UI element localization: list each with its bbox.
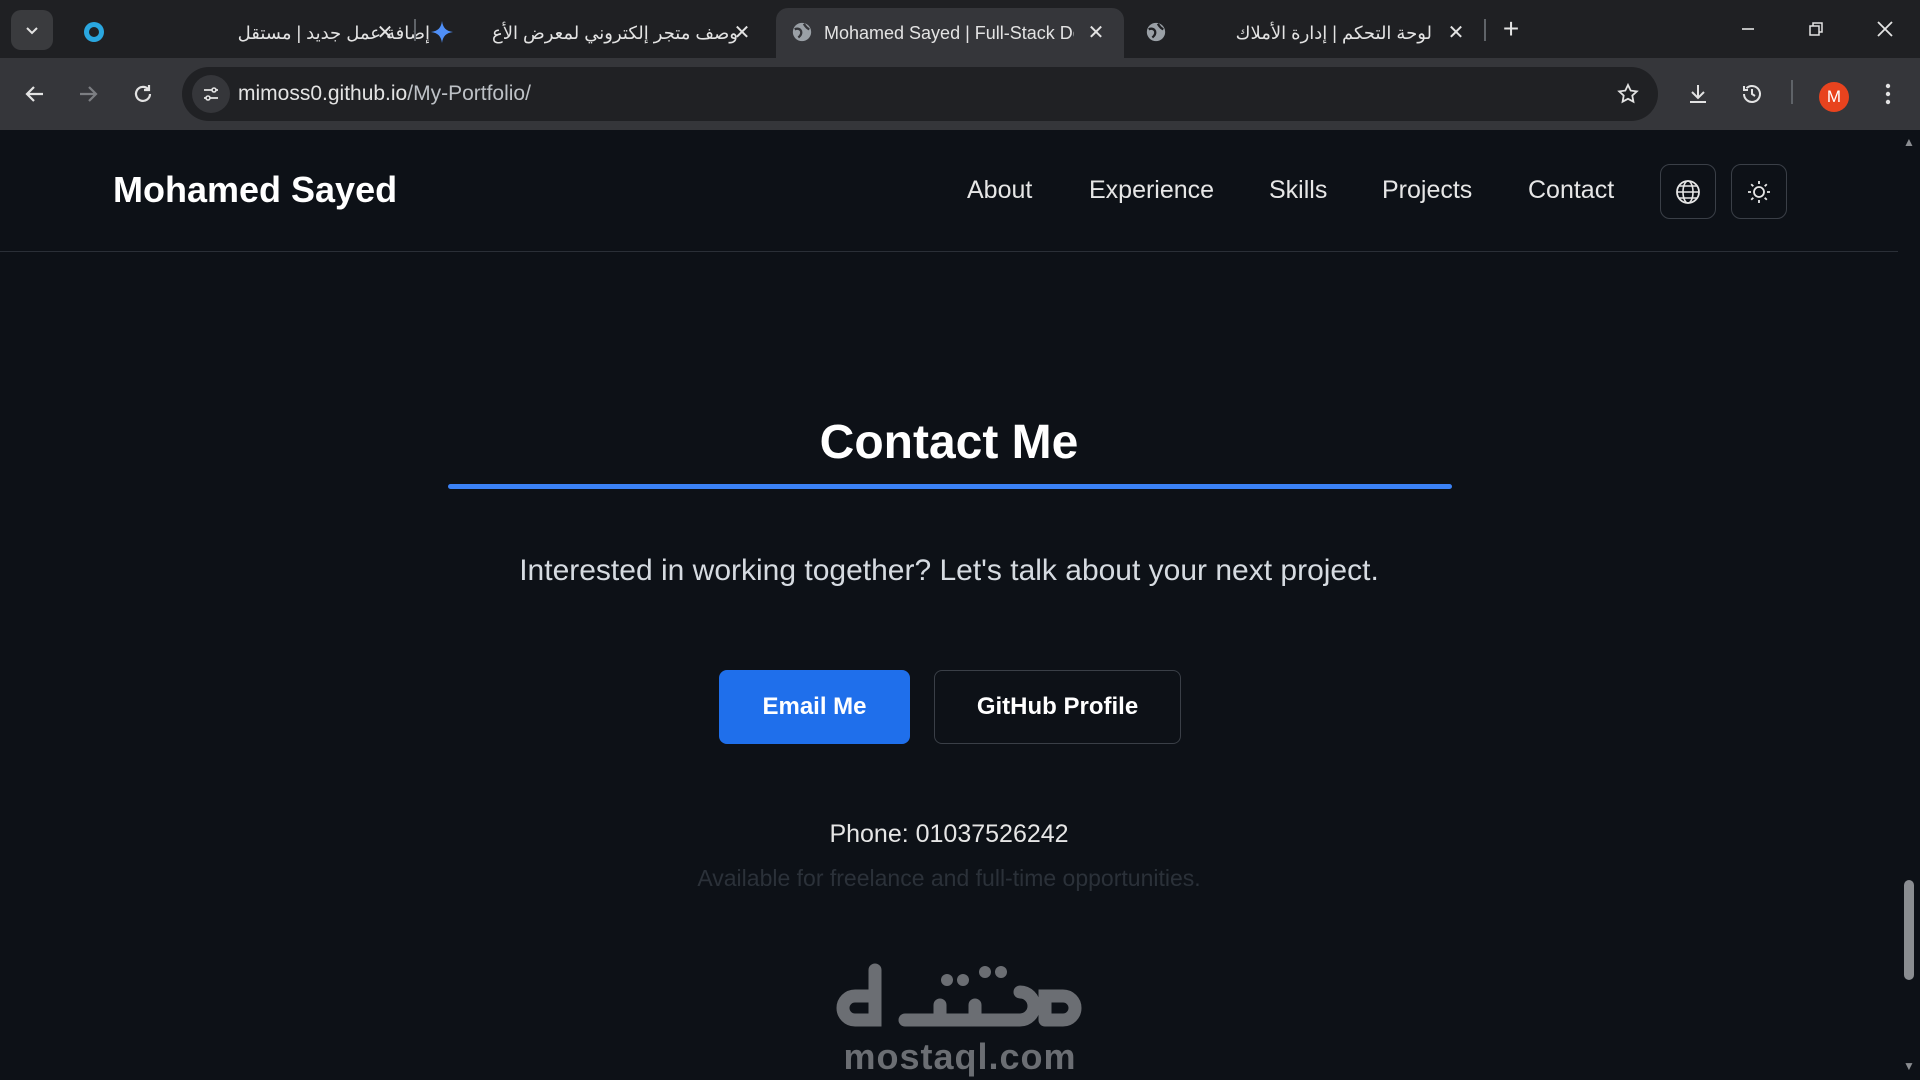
globe-icon [790, 20, 814, 44]
new-tab-button[interactable]: + [1494, 12, 1528, 46]
language-button[interactable] [1660, 164, 1716, 219]
close-icon[interactable]: ✕ [728, 18, 756, 46]
url-host: mimoss0.github.io [238, 82, 408, 105]
close-icon[interactable]: ✕ [1082, 18, 1110, 46]
history-icon[interactable] [1734, 76, 1770, 112]
minimize-icon[interactable] [1725, 6, 1771, 52]
scrollbar-thumb[interactable] [1904, 880, 1914, 980]
mostaql-watermark: mostaql.com [835, 950, 1085, 1080]
phone-number: Phone: 01037526242 [829, 820, 1069, 848]
toolbar-separator [1791, 80, 1793, 104]
menu-kebab-icon[interactable] [1870, 76, 1906, 112]
reload-icon[interactable] [125, 76, 161, 112]
nav-contact[interactable]: Contact [1528, 176, 1614, 205]
tab-mostaql-add-work[interactable]: إضافة عمل جديد | مستقل ✕ [68, 8, 430, 58]
tab-portfolio[interactable]: Mohamed Sayed | Full-Stack De ✕ [776, 8, 1124, 58]
url-text: mimoss0.github.io/My-Portfolio/ [238, 82, 531, 106]
browser-tab-strip: إضافة عمل جديد | مستقل ✕ وصف متجر إلكترو… [0, 0, 1920, 58]
chevron-down-icon [26, 27, 38, 35]
close-icon[interactable]: ✕ [1442, 18, 1470, 46]
mostaql-logo-icon [836, 963, 1082, 1027]
tab-separator [1484, 19, 1486, 41]
tab-gemini-store-description[interactable]: وصف متجر إلكتروني لمعرض الأع ✕ [418, 8, 758, 58]
tab-title: Mohamed Sayed | Full-Stack De [824, 23, 1074, 43]
sun-icon [1748, 180, 1770, 203]
close-window-icon[interactable] [1862, 6, 1908, 52]
site-info-icon[interactable] [192, 75, 230, 113]
gemini-sparkle-icon [430, 20, 454, 44]
site-header: Mohamed Sayed About Experience Skills Pr… [0, 130, 1898, 252]
availability-text: Available for freelance and full-time op… [697, 865, 1201, 891]
theme-toggle-button[interactable] [1731, 164, 1787, 219]
nav-experience[interactable]: Experience [1089, 176, 1214, 205]
restore-icon[interactable] [1793, 6, 1839, 52]
scroll-up-arrow-icon[interactable]: ▲ [1903, 135, 1915, 149]
tab-property-dashboard[interactable]: لوحة التحكم | إدارة الأملاك ✕ [1130, 8, 1480, 58]
bookmark-star-icon[interactable] [1614, 80, 1642, 108]
globe-icon [1144, 20, 1168, 44]
back-arrow-icon[interactable] [17, 76, 53, 112]
web-page: Mohamed Sayed About Experience Skills Pr… [0, 130, 1898, 1080]
profile-avatar[interactable]: M [1819, 82, 1849, 112]
tab-search-button[interactable] [11, 10, 53, 50]
mostaql-icon [82, 20, 106, 44]
forward-arrow-icon[interactable] [70, 76, 106, 112]
close-icon[interactable]: ✕ [371, 18, 399, 46]
site-brand[interactable]: Mohamed Sayed [113, 169, 397, 211]
nav-projects[interactable]: Projects [1382, 176, 1472, 205]
nav-skills[interactable]: Skills [1269, 176, 1327, 205]
address-bar[interactable]: mimoss0.github.io/My-Portfolio/ [182, 67, 1658, 121]
contact-title: Contact Me [819, 416, 1079, 469]
title-underline [448, 484, 1452, 489]
tab-separator [414, 19, 416, 41]
globe-icon [1676, 179, 1700, 204]
download-icon[interactable] [1680, 76, 1716, 112]
scroll-down-arrow-icon[interactable]: ▼ [1903, 1059, 1915, 1073]
watermark-domain: mostaql.com [843, 1036, 1077, 1077]
tab-title: لوحة التحكم | إدارة الأملاك [1235, 23, 1432, 43]
browser-toolbar: mimoss0.github.io/My-Portfolio/ [0, 58, 1920, 130]
url-path: /My-Portfolio/ [407, 82, 531, 105]
page-scrollbar[interactable]: ▲ ▼ [1898, 130, 1920, 1080]
github-profile-button[interactable]: GitHub Profile [934, 670, 1181, 744]
nav-about[interactable]: About [967, 176, 1032, 205]
contact-subtitle: Interested in working together? Let's ta… [519, 554, 1379, 587]
email-me-button[interactable]: Email Me [719, 670, 910, 744]
tab-title: وصف متجر إلكتروني لمعرض الأع [491, 23, 738, 43]
